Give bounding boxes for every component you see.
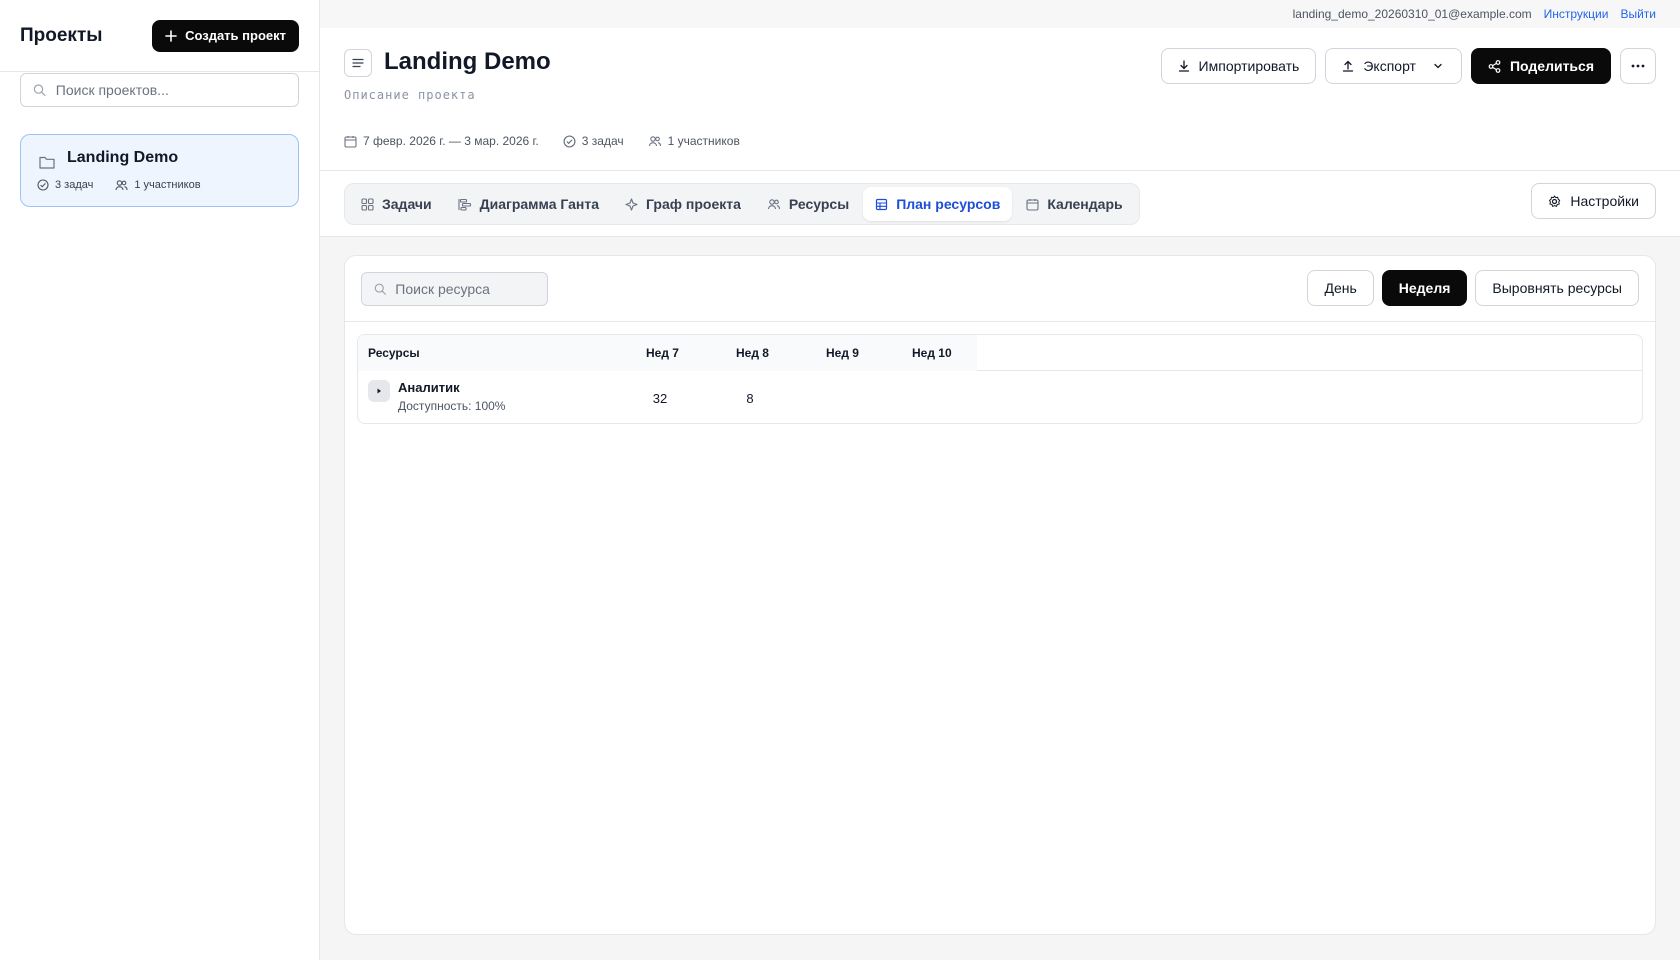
more-options-button[interactable] [1620, 48, 1656, 84]
download-icon [1178, 60, 1189, 72]
sidebar-toggle-button[interactable] [344, 49, 372, 77]
import-label: Импортировать [1198, 58, 1300, 74]
page-title: Landing Demo [384, 48, 551, 75]
settings-label: Настройки [1570, 193, 1639, 209]
check-circle-icon [37, 179, 49, 191]
header-actions: Импортировать Экспорт Поделиться [1160, 48, 1656, 84]
project-tasks-count: 3 задач [581, 134, 624, 148]
menu-icon [352, 58, 364, 68]
user-email: landing_demo_20260310_01@example.com [1292, 7, 1532, 21]
create-project-button[interactable]: Создать проект [152, 19, 299, 52]
gantt-icon [458, 198, 471, 211]
export-label: Экспорт [1363, 58, 1416, 74]
tab-gantt[interactable]: Диаграмма Ганта [446, 187, 611, 221]
level-resources-button[interactable]: Выровнять ресурсы [1475, 270, 1639, 306]
plus-icon [165, 29, 177, 42]
calendar-icon [1026, 198, 1039, 211]
column-header-week: Нед 9 [826, 346, 859, 360]
share-button[interactable]: Поделиться [1470, 48, 1611, 84]
chevron-down-icon [1434, 63, 1442, 69]
project-card-members: 1 участников [134, 179, 201, 191]
view-tabs: Задачи Диаграмма Ганта Граф проекта Ресу… [344, 183, 1140, 225]
resource-plan-toolbar: День Неделя Выровнять ресурсы [345, 256, 1655, 322]
tab-label: План ресурсов [896, 196, 1001, 212]
search-icon [33, 84, 46, 97]
tab-label: Диаграмма Ганта [479, 196, 600, 212]
sidebar-header: Проекты Создать проект [0, 0, 319, 72]
week-hours-cell: 32 [652, 391, 668, 406]
week-view-button[interactable]: Неделя [1381, 270, 1468, 306]
tab-bar: Задачи Диаграмма Ганта Граф проекта Ресу… [320, 171, 1680, 237]
sidebar: Проекты Создать проект Landing Demo 3 за… [0, 0, 320, 960]
create-project-label: Создать проект [185, 28, 286, 43]
grid-icon [361, 197, 374, 211]
users-icon [115, 180, 128, 191]
import-button[interactable]: Импортировать [1160, 48, 1317, 84]
resource-plan-panel: День Неделя Выровнять ресурсы Ресурсы Не… [344, 255, 1656, 935]
logout-link[interactable]: Выйти [1620, 7, 1656, 21]
project-header: Landing Demo Описание проекта 7 февр. 20… [320, 28, 1680, 171]
project-dates: 7 февр. 2026 г. — 3 мар. 2026 г. [363, 134, 539, 148]
expand-row-button[interactable] [368, 380, 390, 402]
project-card[interactable]: Landing Demo 3 задач 1 участников [20, 134, 299, 207]
check-circle-icon [563, 134, 576, 148]
tab-label: Задачи [382, 196, 432, 212]
sidebar-title: Проекты [20, 24, 103, 46]
share-icon [1488, 59, 1501, 73]
tab-resource-plan[interactable]: План ресурсов [863, 187, 1013, 221]
project-card-name: Landing Demo [67, 149, 179, 166]
calendar-icon [344, 135, 357, 148]
tab-tasks[interactable]: Задачи [349, 187, 444, 221]
resource-availability: Доступность: 100% [398, 399, 506, 413]
table-row[interactable]: Аналитик Доступность: 100% 32 8 [358, 371, 1642, 423]
share-label: Поделиться [1509, 58, 1594, 74]
export-button[interactable]: Экспорт [1325, 48, 1462, 84]
resource-name: Аналитик [398, 380, 460, 395]
help-link[interactable]: Инструкции [1544, 7, 1609, 21]
project-members-count: 1 участников [667, 134, 740, 148]
resource-plan-table: Ресурсы Нед 7 Нед 8 Нед 9 Нед 10 Аналити… [357, 334, 1643, 424]
project-search-input[interactable] [55, 82, 298, 98]
resource-search-input[interactable] [395, 281, 547, 297]
tab-label: Граф проекта [646, 196, 741, 212]
users-icon [767, 199, 780, 210]
tab-calendar[interactable]: Календарь [1014, 187, 1134, 221]
project-card-meta: 3 задач 1 участников [37, 179, 282, 191]
week-hours-cell: 8 [746, 391, 754, 406]
day-view-button[interactable]: День [1307, 270, 1374, 306]
settings-button[interactable]: Настройки [1531, 183, 1656, 219]
column-header-week: Нед 8 [736, 346, 769, 360]
column-header-week: Нед 7 [646, 346, 679, 360]
table-header: Ресурсы Нед 7 Нед 8 Нед 9 Нед 10 [358, 335, 1642, 371]
gear-icon [1549, 195, 1561, 207]
column-header-resources: Ресурсы [368, 346, 420, 360]
column-header-week: Нед 10 [912, 346, 952, 360]
upload-icon [1343, 60, 1354, 72]
more-horizontal-icon [1631, 64, 1645, 68]
top-bar: landing_demo_20260310_01@example.com Инс… [320, 0, 1680, 28]
sparkle-icon [625, 197, 638, 211]
project-card-tasks: 3 задач [55, 179, 94, 191]
tab-project-graph[interactable]: Граф проекта [613, 187, 753, 221]
tab-resources[interactable]: Ресурсы [755, 187, 861, 221]
resource-search-box [361, 272, 548, 306]
view-switcher: День Неделя Выровнять ресурсы [1307, 270, 1639, 306]
folder-icon [39, 156, 55, 169]
search-icon [374, 283, 386, 295]
project-meta: 7 февр. 2026 г. — 3 мар. 2026 г. 3 задач… [344, 134, 740, 148]
project-search-box [20, 73, 299, 107]
chevron-right-icon [377, 388, 381, 394]
users-icon [648, 136, 661, 147]
tab-label: Ресурсы [788, 196, 850, 212]
tab-label: Календарь [1047, 196, 1123, 212]
main-area: landing_demo_20260310_01@example.com Инс… [320, 0, 1680, 960]
project-description[interactable]: Описание проекта [344, 88, 476, 102]
plan-icon [876, 198, 888, 210]
